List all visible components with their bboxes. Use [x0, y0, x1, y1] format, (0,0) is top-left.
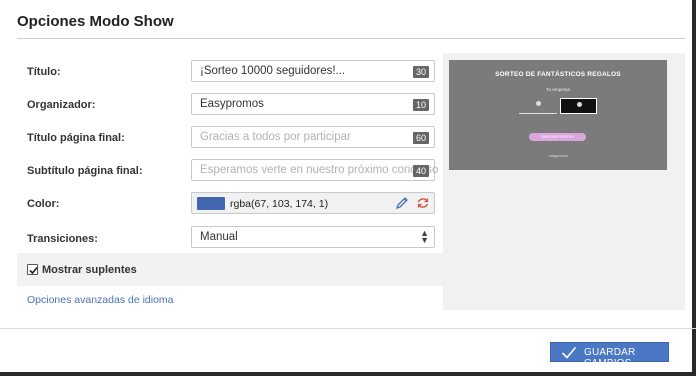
save-changes-button[interactable]: GUARDAR CAMBIOS	[550, 342, 669, 369]
label-subtitulo-final: Subtítulo página final:	[27, 165, 143, 177]
subtitulo-final-placeholder: Esperamos verte en nuestro próximo concu…	[200, 164, 439, 176]
check-icon	[561, 346, 577, 359]
reset-icon[interactable]	[415, 195, 431, 214]
preview-winner-slot	[560, 98, 597, 114]
pencil-icon[interactable]	[394, 195, 410, 214]
preview-start-button: EMPEZAR SORTEO	[529, 133, 586, 141]
color-swatch[interactable]	[197, 197, 225, 210]
footer-divider	[0, 328, 696, 329]
label-transiciones: Transiciones:	[27, 233, 98, 245]
color-picker-field[interactable]: rgba(67, 103, 174, 1)	[191, 192, 435, 214]
preview-prize-slot	[519, 98, 557, 114]
titulo-value: ¡Sorteo 10000 seguidores!...	[200, 65, 346, 77]
label-titulo: Título:	[27, 66, 61, 78]
page-title: Opciones Modo Show	[17, 13, 174, 30]
mostrar-suplentes-label[interactable]: Mostrar suplentes	[42, 264, 137, 276]
titulo-input[interactable]: ¡Sorteo 10000 seguidores!... 30	[191, 60, 435, 82]
show-preview: SORTEO DE FANTÁSTICOS REGALOS Tu empresa…	[449, 60, 667, 170]
organizador-char-counter: 10	[412, 99, 429, 111]
mostrar-suplentes-checkbox[interactable]	[27, 264, 38, 275]
preview-title: SORTEO DE FANTÁSTICOS REGALOS	[495, 71, 621, 78]
label-color: Color:	[27, 198, 60, 210]
organizador-value: Easypromos	[200, 98, 264, 110]
user-icon	[576, 102, 582, 107]
color-value: rgba(67, 103, 174, 1)	[230, 198, 329, 210]
select-arrows-icon: ▲ ▼	[420, 228, 429, 245]
trophy-icon	[536, 101, 541, 106]
checkmark-icon	[29, 266, 38, 275]
titulo-final-char-counter: 60	[412, 132, 429, 144]
title-divider	[17, 38, 685, 39]
titulo-char-counter: 30	[412, 66, 429, 78]
subtitulo-final-char-counter: 40	[412, 165, 429, 177]
titulo-final-placeholder: Gracias a todos por participar	[200, 131, 351, 143]
options-dialog: Opciones Modo Show Título: ¡Sorteo 10000…	[0, 0, 696, 376]
save-changes-label: GUARDAR CAMBIOS	[584, 347, 636, 369]
organizador-input[interactable]: Easypromos 10	[191, 93, 435, 115]
label-titulo-final: Título página final:	[27, 132, 125, 144]
preview-logo: easypromos	[549, 154, 569, 158]
label-organizador: Organizador:	[27, 99, 96, 111]
subtitulo-final-input[interactable]: Esperamos verte en nuestro próximo concu…	[191, 159, 439, 181]
transiciones-selected: Manual	[200, 231, 238, 243]
preview-subtitle: Tu empresa	[546, 87, 570, 92]
advanced-language-options-link[interactable]: Opciones avanzadas de idioma	[27, 294, 174, 306]
transiciones-select[interactable]: Manual ▲ ▼	[191, 226, 435, 248]
titulo-final-input[interactable]: Gracias a todos por participar 60	[191, 126, 435, 148]
